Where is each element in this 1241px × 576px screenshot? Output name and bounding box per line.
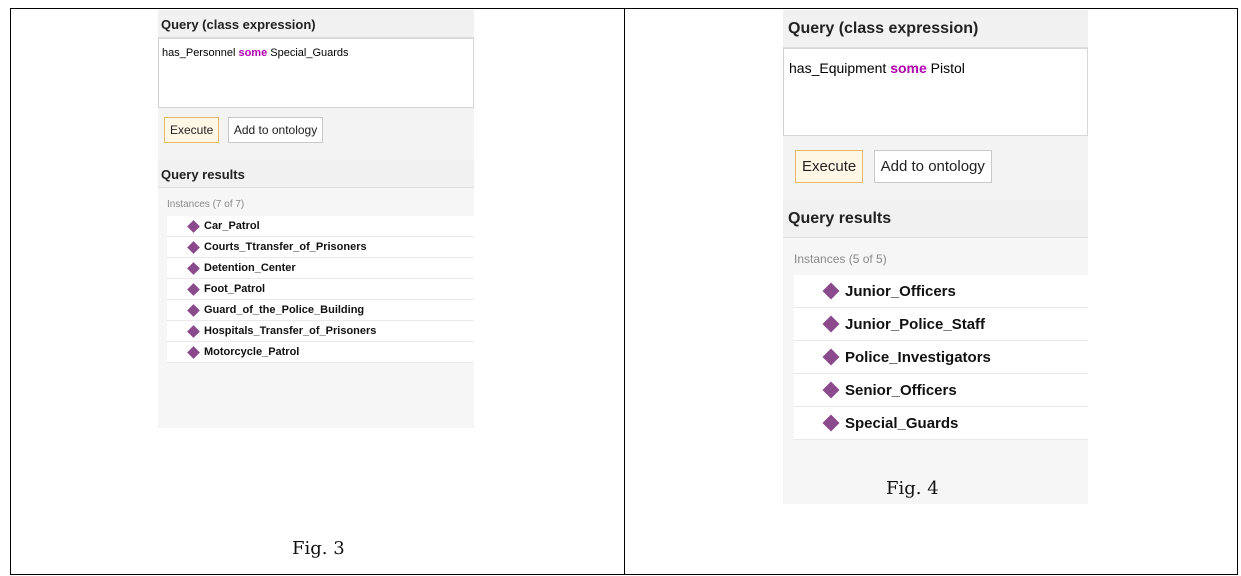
instance-label: Special_Guards — [845, 414, 959, 432]
results-header: Query results — [783, 200, 1088, 238]
instance-list: Junior_Officers Junior_Police_Staff Poli… — [794, 275, 1088, 440]
instance-label: Hospitals_Transfer_of_Prisoners — [204, 325, 377, 337]
add-to-ontology-button[interactable]: Add to ontology — [227, 117, 324, 143]
table-border-left — [10, 8, 11, 575]
instance-label: Foot_Patrol — [204, 283, 266, 295]
instance-label: Junior_Police_Staff — [845, 315, 986, 333]
query-prefix: has_Equipment — [789, 60, 891, 76]
instances-count: Instances (7 of 7) — [167, 199, 245, 210]
instance-label: Detention_Center — [204, 262, 296, 274]
figure-caption-3: Fig. 3 — [292, 538, 345, 559]
dl-query-panel-fig3: Query (class expression) has_Personnel s… — [158, 10, 474, 428]
instance-list: Car_Patrol Courts_Ttransfer_of_Prisoners… — [167, 216, 474, 363]
query-button-bar: Execute Add to ontology — [158, 108, 474, 160]
instance-item[interactable]: Hospitals_Transfer_of_Prisoners — [167, 321, 474, 342]
instance-item[interactable]: Special_Guards — [794, 407, 1088, 440]
diamond-icon — [187, 282, 200, 296]
diamond-icon — [187, 345, 200, 359]
diamond-icon — [822, 414, 840, 432]
instance-label: Junior_Officers — [845, 282, 956, 300]
query-header: Query (class expression) — [783, 10, 1088, 48]
add-to-ontology-button[interactable]: Add to ontology — [873, 150, 992, 183]
dl-query-panel-fig4: Query (class expression) has_Equipment s… — [783, 10, 1088, 504]
diamond-icon — [822, 381, 840, 399]
diamond-icon — [822, 282, 840, 300]
instance-item[interactable]: Senior_Officers — [794, 374, 1088, 407]
diamond-icon — [187, 240, 200, 254]
query-keyword: some — [238, 47, 268, 59]
diamond-icon — [187, 261, 200, 275]
instance-item[interactable]: Foot_Patrol — [167, 279, 474, 300]
instance-label: Guard_of_the_Police_Building — [204, 304, 365, 316]
instance-label: Car_Patrol — [204, 220, 260, 232]
query-header: Query (class expression) — [158, 10, 474, 38]
instance-item[interactable]: Guard_of_the_Police_Building — [167, 300, 474, 321]
instance-item[interactable]: Courts_Ttransfer_of_Prisoners — [167, 237, 474, 258]
execute-button[interactable]: Execute — [795, 150, 864, 183]
instance-label: Police_Investigators — [845, 348, 991, 366]
query-keyword: some — [890, 60, 927, 76]
instance-item[interactable]: Junior_Officers — [794, 275, 1088, 308]
query-results-area: Instances (7 of 7) Car_Patrol Courts_Ttr… — [158, 188, 474, 428]
instance-item[interactable]: Motorcycle_Patrol — [167, 342, 474, 363]
query-results-area: Instances (5 of 5) Junior_Officers Junio… — [783, 238, 1088, 504]
results-header: Query results — [158, 160, 474, 188]
diamond-icon — [822, 315, 840, 333]
instance-item[interactable]: Detention_Center — [167, 258, 474, 279]
execute-button[interactable]: Execute — [164, 117, 220, 143]
diamond-icon — [187, 324, 200, 338]
figure-caption-4: Fig. 4 — [886, 478, 939, 499]
instance-label: Motorcycle_Patrol — [204, 346, 300, 358]
query-button-bar: Execute Add to ontology — [783, 136, 1088, 200]
query-prefix: has_Personnel — [162, 47, 239, 59]
diamond-icon — [187, 219, 200, 233]
instance-label: Courts_Ttransfer_of_Prisoners — [204, 241, 367, 253]
instance-item[interactable]: Police_Investigators — [794, 341, 1088, 374]
table-border-middle — [624, 8, 625, 575]
query-suffix: Pistol — [926, 60, 965, 76]
instances-count: Instances (5 of 5) — [794, 252, 887, 266]
instance-label: Senior_Officers — [845, 381, 957, 399]
diamond-icon — [187, 303, 200, 317]
instance-item[interactable]: Car_Patrol — [167, 216, 474, 237]
query-input[interactable]: has_Equipment some Pistol — [783, 48, 1088, 136]
query-suffix: Special_Guards — [267, 47, 349, 59]
query-input[interactable]: has_Personnel some Special_Guards — [158, 38, 474, 108]
instance-item[interactable]: Junior_Police_Staff — [794, 308, 1088, 341]
diamond-icon — [822, 348, 840, 366]
table-border-right — [1237, 8, 1238, 575]
